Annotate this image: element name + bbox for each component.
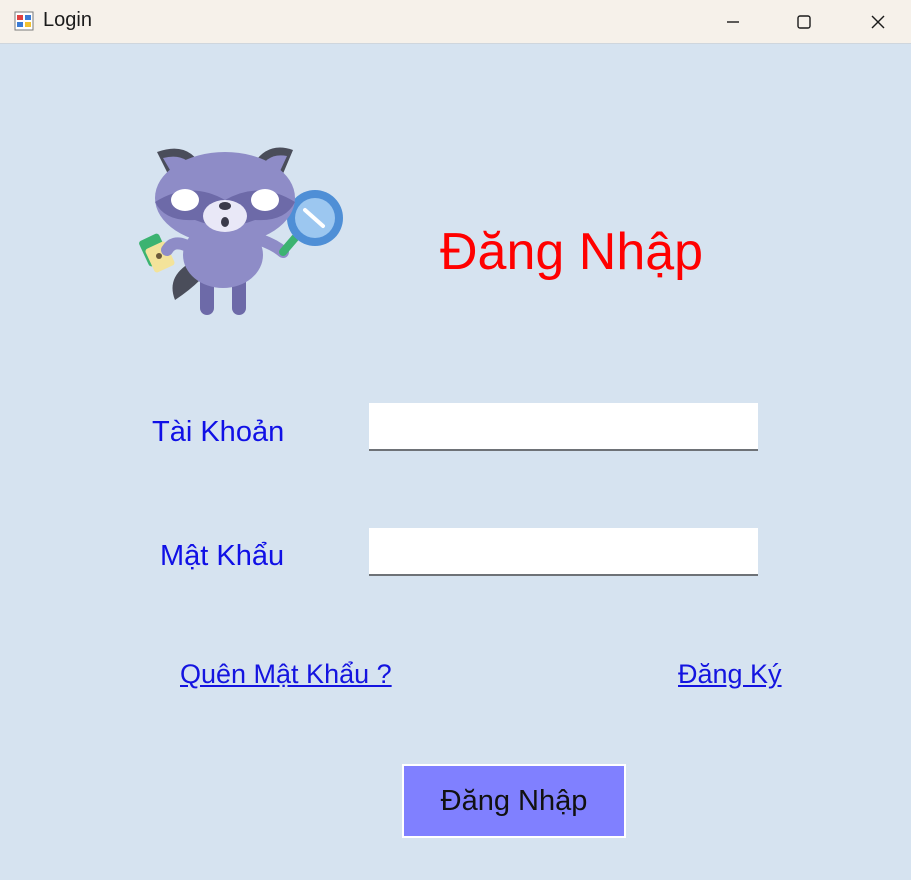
maximize-icon (797, 15, 811, 29)
close-icon (871, 15, 885, 29)
password-input[interactable] (369, 528, 758, 576)
forgot-password-link[interactable]: Quên Mật Khẩu ? (180, 659, 392, 690)
app-icon (14, 11, 34, 31)
username-input[interactable] (369, 403, 758, 451)
window-title: Login (43, 9, 92, 31)
register-link[interactable]: Đăng Ký (678, 659, 782, 690)
form-heading: Đăng Nhập (440, 223, 704, 281)
password-label: Mật Khẩu (160, 540, 285, 572)
close-button[interactable] (855, 0, 901, 44)
title-bar[interactable]: Login (0, 0, 911, 44)
raccoon-mascot-icon (139, 147, 343, 315)
username-label: Tài Khoản (152, 416, 285, 448)
maximize-button[interactable] (781, 0, 827, 44)
login-button[interactable]: Đăng Nhập (402, 764, 626, 838)
minimize-icon (727, 21, 739, 23)
minimize-button[interactable] (710, 0, 756, 44)
